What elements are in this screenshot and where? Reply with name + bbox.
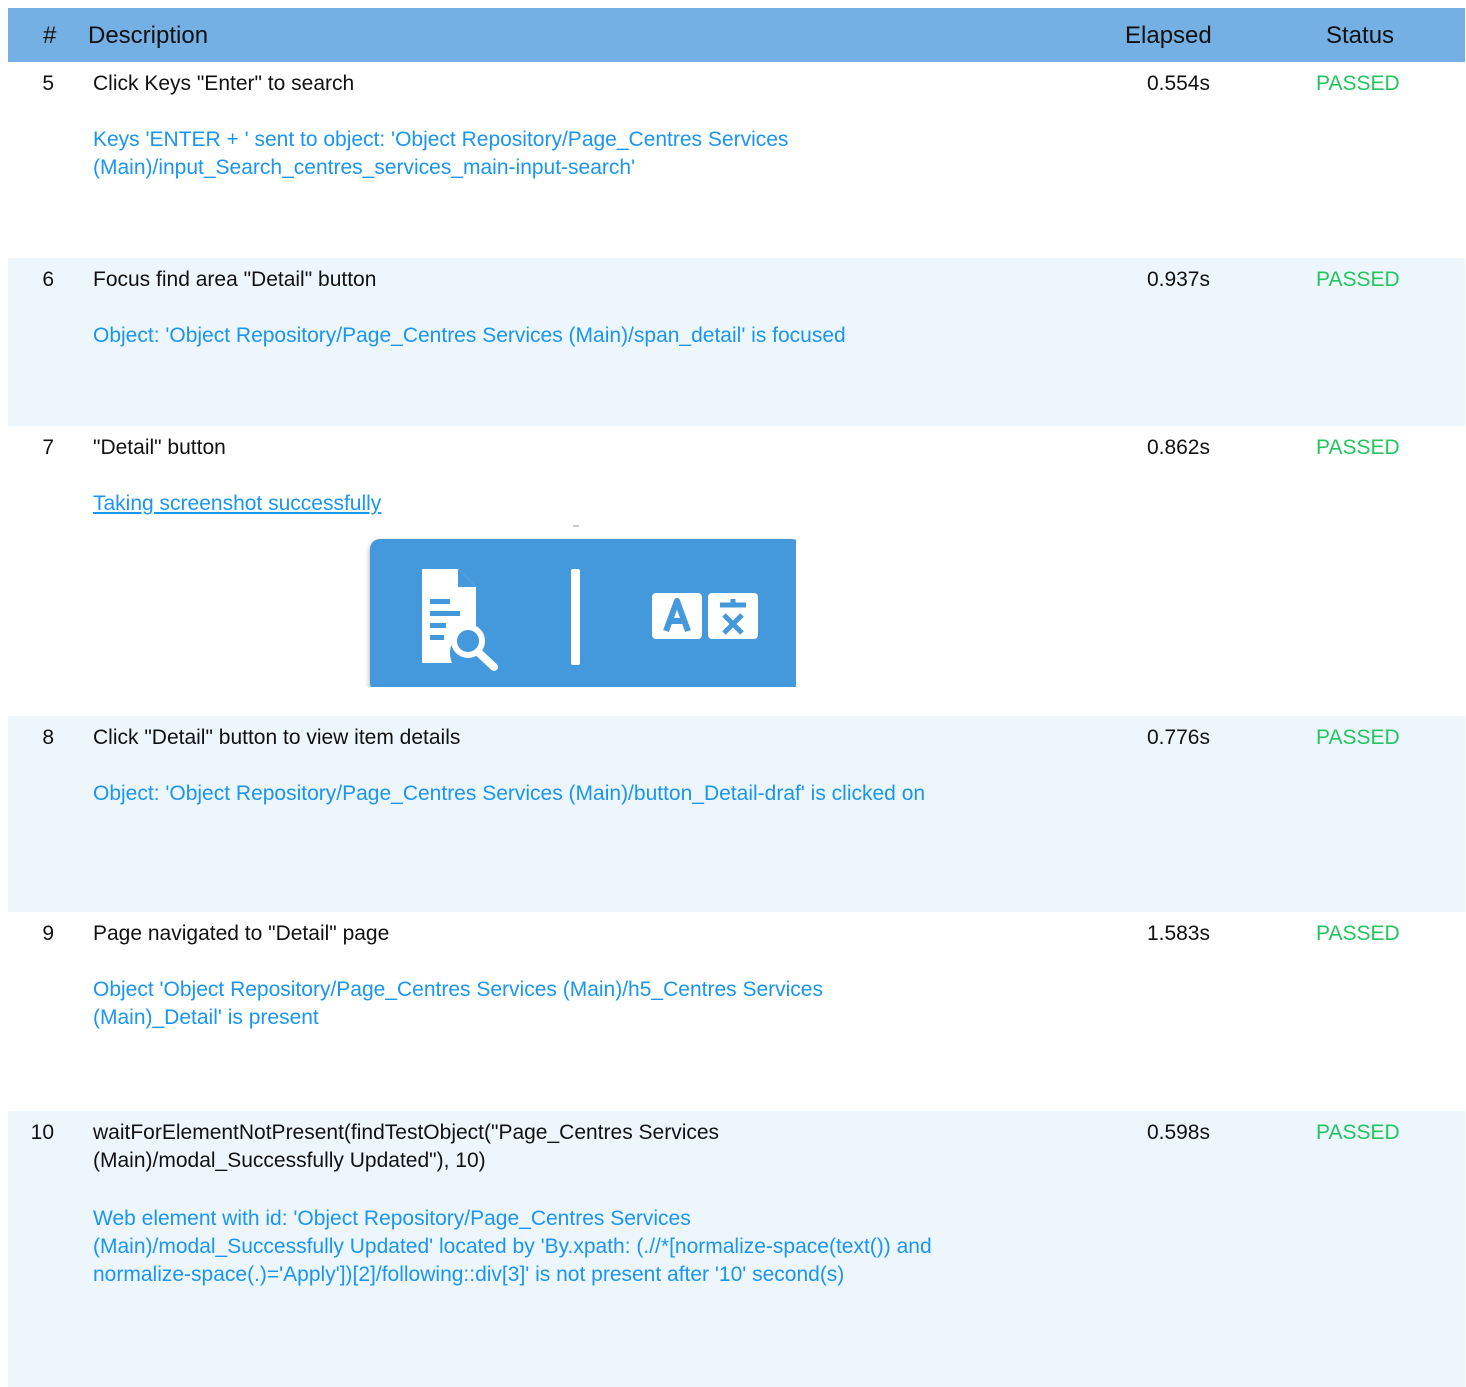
- step-log-line: (Main)_Detail' is present: [93, 1006, 319, 1029]
- table-header: # Description Elapsed Status: [8, 8, 1465, 62]
- step-log-line: (Main)/modal_Successfully Updated' locat…: [93, 1235, 932, 1258]
- test-report: # Description Elapsed Status 5 Click Key…: [0, 0, 1466, 1387]
- translate-icon: [652, 593, 758, 639]
- step-number: 9: [42, 922, 54, 945]
- screenshot-thumbnail[interactable]: [362, 523, 796, 687]
- step-log-line: (Main)/input_Search_centres_services_mai…: [93, 156, 636, 179]
- header-elapsed: Elapsed: [1125, 22, 1212, 49]
- table-row[interactable]: 8 Click "Detail" button to view item det…: [8, 716, 1465, 912]
- status-badge: PASSED: [1316, 1121, 1400, 1144]
- step-number: 5: [42, 72, 54, 95]
- step-description: "Detail" button: [93, 436, 226, 459]
- step-description: Page navigated to "Detail" page: [93, 922, 390, 945]
- step-elapsed: 0.776s: [1146, 726, 1210, 749]
- step-number: 6: [42, 268, 54, 291]
- step-number: 10: [30, 1121, 54, 1144]
- step-elapsed: 0.937s: [1146, 268, 1210, 291]
- status-badge: PASSED: [1316, 922, 1400, 945]
- step-elapsed: 0.554s: [1146, 72, 1210, 95]
- step-description: waitForElementNotPresent(findTestObject(…: [93, 1121, 720, 1144]
- step-log-line: Object: 'Object Repository/Page_Centres …: [93, 324, 846, 347]
- status-badge: PASSED: [1316, 726, 1400, 749]
- step-description-continued: (Main)/modal_Successfully Updated"), 10): [93, 1149, 486, 1172]
- step-log-line: Keys 'ENTER + ' sent to object: 'Object …: [93, 128, 789, 151]
- table-row[interactable]: 9 Page navigated to "Detail" page 1.583s…: [8, 912, 1465, 1111]
- step-elapsed: 0.862s: [1146, 436, 1210, 459]
- screenshot-link[interactable]: Taking screenshot successfully: [93, 490, 381, 518]
- table-row[interactable]: 10 waitForElementNotPresent(findTestObje…: [8, 1111, 1465, 1387]
- header-status: Status: [1326, 22, 1395, 49]
- step-number: 7: [42, 436, 54, 459]
- header-description: Description: [88, 22, 209, 49]
- screenshot-toolbar: [370, 539, 796, 687]
- step-elapsed: 0.598s: [1146, 1121, 1210, 1144]
- divider: [573, 525, 579, 527]
- step-elapsed: 1.583s: [1146, 922, 1210, 945]
- status-badge: PASSED: [1316, 268, 1400, 291]
- step-description: Click Keys "Enter" to search: [93, 72, 355, 95]
- step-number: 8: [42, 726, 54, 749]
- step-log-line: Object: 'Object Repository/Page_Centres …: [93, 782, 926, 805]
- step-log-line: normalize-space(.)='Apply'])[2]/followin…: [93, 1263, 845, 1286]
- document-search-icon: [422, 569, 498, 671]
- step-description: Click "Detail" button to view item detai…: [93, 726, 461, 749]
- toolbar-separator: [571, 569, 580, 665]
- step-log-line: Web element with id: 'Object Repository/…: [93, 1207, 691, 1230]
- step-description: Focus find area "Detail" button: [93, 268, 377, 291]
- table-row[interactable]: 5 Click Keys "Enter" to search 0.554s PA…: [8, 62, 1465, 258]
- table-row[interactable]: 6 Focus find area "Detail" button 0.937s…: [8, 258, 1465, 426]
- step-log-line: Object 'Object Repository/Page_Centres S…: [93, 978, 823, 1001]
- header-num: #: [43, 22, 57, 49]
- status-badge: PASSED: [1316, 72, 1400, 95]
- status-badge: PASSED: [1316, 436, 1400, 459]
